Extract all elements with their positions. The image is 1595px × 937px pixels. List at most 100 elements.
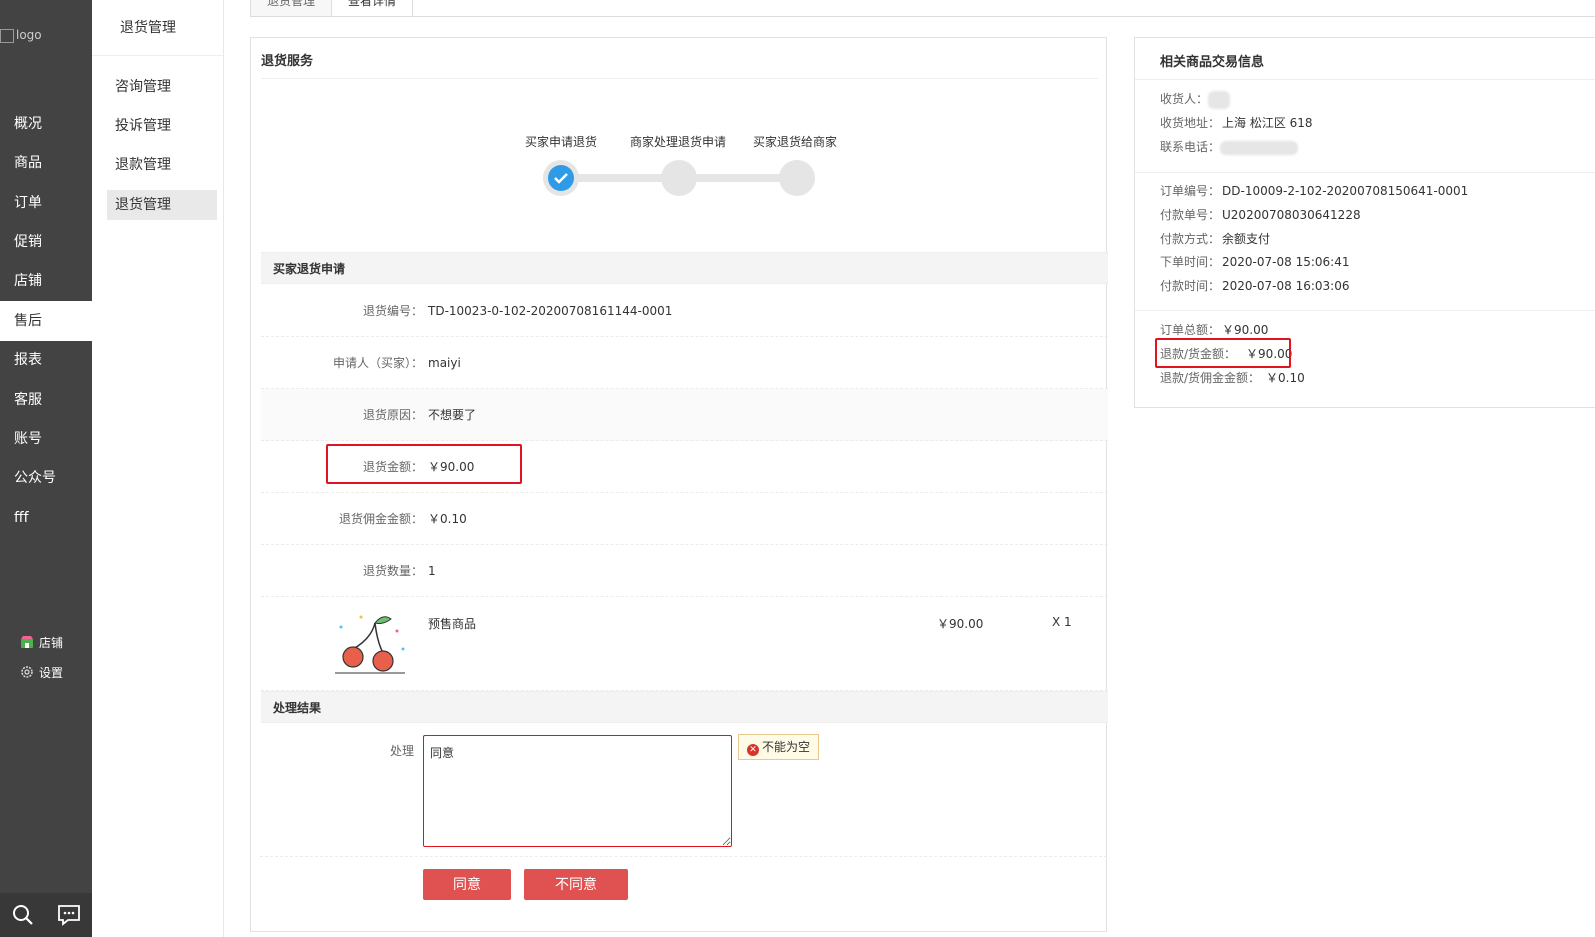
applicant-value: maiyi xyxy=(428,356,461,370)
title-divider xyxy=(261,78,1098,79)
subnav-item-complaint[interactable]: 投诉管理 xyxy=(107,111,217,141)
address-row: 收货地址： 上海 松江区 618 xyxy=(1160,114,1313,131)
main-sidebar: logo 概况 商品 订单 促销 店铺 售后 报表 客服 账号 公众号 fff … xyxy=(0,0,92,937)
logo: logo xyxy=(0,28,42,43)
nav-item-promotion[interactable]: 促销 xyxy=(0,222,92,262)
receiver-row: 收货人： xyxy=(1160,90,1231,109)
order-total-row: 订单总额： ￥90.00 xyxy=(1160,321,1268,338)
pay-time-label: 付款时间： xyxy=(1160,279,1221,293)
order-no-value: DD-10009-2-102-20200708150641-0001 xyxy=(1222,184,1469,198)
receiver-label: 收货人： xyxy=(1160,92,1209,106)
main-content: 退货管理 查看详情 退货服务 买家申请退货 商家处理退货申请 买家退货给商家 买… xyxy=(224,0,1595,937)
nav-item-goods[interactable]: 商品 xyxy=(0,143,92,183)
pay-no-label: 付款单号： xyxy=(1160,208,1221,222)
side-link-settings-label: 设置 xyxy=(39,666,64,680)
search-icon[interactable] xyxy=(10,902,36,928)
nav-item-account[interactable]: 账号 xyxy=(0,419,92,459)
nav-item-aftersale[interactable]: 售后 xyxy=(0,301,92,341)
highlight-box xyxy=(1155,338,1291,368)
tab-bar: 退货管理 查看详情 xyxy=(250,0,414,16)
error-icon: ✕ xyxy=(747,744,759,756)
nav-item-fff[interactable]: fff xyxy=(0,498,92,538)
refund-commission-row: 退款/货佣金金额： ￥0.10 xyxy=(1160,369,1305,386)
tab-return-management[interactable]: 退货管理 xyxy=(250,0,333,16)
row-commission: 退货佣金金额： ￥0.10 xyxy=(261,493,1108,545)
step-label-apply: 买家申请退货 xyxy=(525,135,598,149)
error-tooltip: ✕ 不能为空 xyxy=(738,734,820,760)
nav-item-service[interactable]: 客服 xyxy=(0,380,92,420)
goods-row: 预售商品 ￥90.00 X 1 xyxy=(261,597,1108,691)
pay-method-value: 余额支付 xyxy=(1222,232,1271,246)
order-time-label: 下单时间： xyxy=(1160,255,1221,269)
shop-icon xyxy=(21,636,33,648)
nav-item-reports[interactable]: 报表 xyxy=(0,340,92,380)
sidebar-toolbar xyxy=(0,893,92,937)
tab-view-detail[interactable]: 查看详情 xyxy=(331,0,414,16)
reason-label: 退货原因： xyxy=(362,408,423,422)
side-link-store[interactable]: 店铺 xyxy=(20,634,63,651)
phone-blurred xyxy=(1220,140,1299,155)
step-3 xyxy=(779,160,815,196)
trade-divider xyxy=(1135,79,1595,80)
step-label-merchant: 商家处理退货申请 xyxy=(630,135,727,149)
broken-image-icon xyxy=(0,28,14,43)
nav-item-orders[interactable]: 订单 xyxy=(0,183,92,223)
applicant-label: 申请人（买家）： xyxy=(332,356,423,370)
error-text: 不能为空 xyxy=(762,740,811,754)
trade-divider xyxy=(1135,310,1595,311)
quantity-value: 1 xyxy=(428,564,436,578)
subnav-item-refund[interactable]: 退款管理 xyxy=(107,150,217,180)
reason-value: 不想要了 xyxy=(428,408,477,422)
pay-method-row: 付款方式： 余额支付 xyxy=(1160,230,1270,247)
nav-item-overview[interactable]: 概况 xyxy=(0,104,92,144)
trade-info-panel: 相关商品交易信息 收货人： 收货地址： 上海 松江区 618 联系电话： 订单编号… xyxy=(1134,37,1595,408)
row-quantity: 退货数量： 1 xyxy=(261,545,1108,597)
trade-info-title: 相关商品交易信息 xyxy=(1160,55,1265,70)
step-label-return-goods: 买家退货给商家 xyxy=(753,135,838,149)
row-applicant: 申请人（买家）： maiyi xyxy=(261,337,1108,389)
gear-icon xyxy=(21,666,33,678)
step-1-done xyxy=(543,160,579,196)
logo-alt-text: logo xyxy=(16,28,42,42)
agree-button[interactable]: 同意 xyxy=(423,869,511,900)
nav-item-official-account[interactable]: 公众号 xyxy=(0,458,92,498)
order-no-label: 订单编号： xyxy=(1160,184,1221,198)
refund-commission-label: 退款/货佣金金额： xyxy=(1160,371,1261,385)
row-reason: 退货原因： 不想要了 xyxy=(261,389,1108,441)
side-link-store-label: 店铺 xyxy=(39,636,64,650)
tab-divider xyxy=(250,16,1595,17)
order-total-label: 订单总额： xyxy=(1160,323,1221,337)
cherry-product-image xyxy=(335,615,405,674)
receiver-blurred xyxy=(1208,90,1231,109)
commission-label: 退货佣金金额： xyxy=(338,512,423,526)
return-service-title: 退货服务 xyxy=(261,54,314,69)
nav-item-store[interactable]: 店铺 xyxy=(0,261,92,301)
address-label: 收货地址： xyxy=(1160,116,1221,130)
subnav-item-consult[interactable]: 咨询管理 xyxy=(107,72,217,102)
pay-time-row: 付款时间： 2020-07-08 16:03:06 xyxy=(1160,277,1349,294)
pay-no-row: 付款单号： U20200708030641228 xyxy=(1160,206,1361,223)
quantity-label: 退货数量： xyxy=(362,564,423,578)
order-time-row: 下单时间： 2020-07-08 15:06:41 xyxy=(1160,253,1349,270)
disagree-button[interactable]: 不同意 xyxy=(524,869,628,900)
pay-time-value: 2020-07-08 16:03:06 xyxy=(1222,279,1350,293)
return-no-label: 退货编号： xyxy=(362,304,423,318)
subnav-title: 退货管理 xyxy=(92,0,223,56)
pay-no-value: U20200708030641228 xyxy=(1222,208,1361,222)
address-value: 上海 松江区 618 xyxy=(1222,116,1313,130)
side-link-settings[interactable]: 设置 xyxy=(20,664,63,681)
sub-sidebar: 退货管理 咨询管理 投诉管理 退款管理 退货管理 xyxy=(92,0,224,937)
chat-icon[interactable] xyxy=(56,902,82,928)
subnav-item-return[interactable]: 退货管理 xyxy=(107,190,217,220)
apply-section-header: 买家退货申请 xyxy=(261,252,1108,284)
result-section-header: 处理结果 xyxy=(261,691,1108,723)
refund-commission-value: ￥0.10 xyxy=(1266,371,1305,385)
goods-qty: X 1 xyxy=(1052,615,1072,629)
handle-textarea[interactable] xyxy=(423,735,732,847)
commission-value: ￥0.10 xyxy=(428,512,467,526)
goods-name: 预售商品 xyxy=(428,617,477,631)
phone-label: 联系电话： xyxy=(1160,140,1221,154)
trade-divider xyxy=(1135,172,1595,173)
return-no-value: TD-10023-0-102-20200708161144-0001 xyxy=(428,304,673,318)
row-return-no: 退货编号： TD-10023-0-102-20200708161144-0001 xyxy=(261,285,1108,337)
